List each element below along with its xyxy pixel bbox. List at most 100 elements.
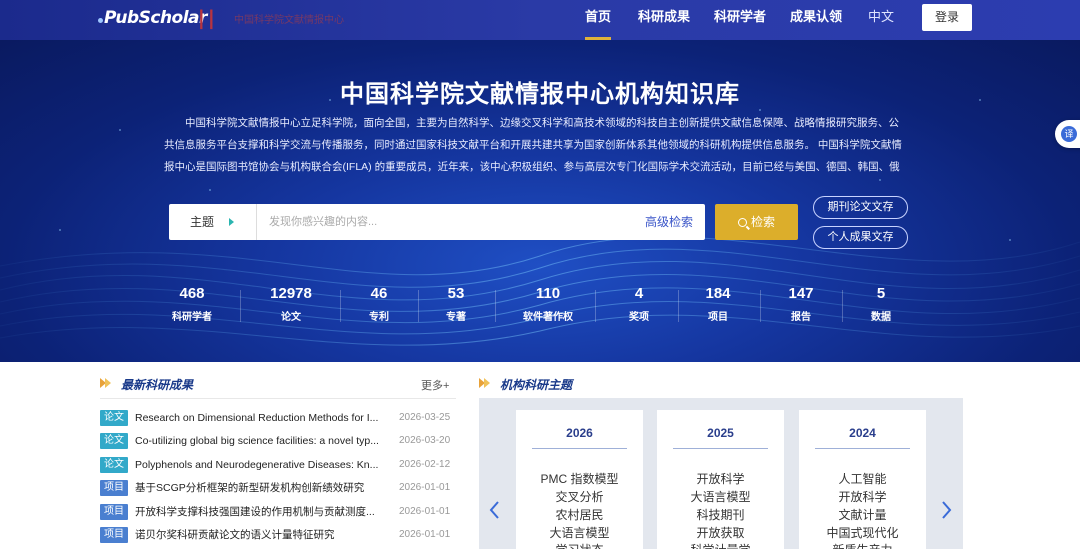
list-item[interactable]: 项目 开放科学支撑科技强国建设的作用机制与贡献测度... 2026-01-01 — [100, 503, 456, 521]
journal-archive-button[interactable]: 期刊论文文存 — [813, 196, 908, 219]
stat-label: 论文 — [281, 312, 301, 323]
search-type-label: 主题 — [190, 215, 215, 229]
item-date: 2026-03-20 — [399, 435, 451, 446]
search-icon — [737, 218, 747, 227]
item-title[interactable]: 开放科学支撑科技强国建设的作用机制与贡献测度... — [135, 503, 380, 521]
topic-keyword[interactable]: 学习状态 — [516, 541, 643, 549]
nav-scholars[interactable]: 科研学者 — [714, 0, 766, 40]
card-year: 2025 — [707, 426, 734, 440]
stat-value: 110 — [535, 285, 561, 302]
stat-divider — [595, 290, 596, 322]
stat-patents[interactable]: 46 专利 — [340, 285, 418, 323]
stat-papers[interactable]: 12978 论文 — [252, 285, 330, 323]
language-switch[interactable]: 中文 — [868, 0, 894, 40]
stat-label: 科研学者 — [172, 312, 212, 323]
stat-label: 奖项 — [629, 312, 649, 323]
nav-claim[interactable]: 成果认领 — [790, 0, 842, 40]
topic-card-2026[interactable]: 2026 PMC 指数模型 交叉分析 农村居民 大语言模型 学习状态 — [516, 410, 643, 549]
stat-value: 184 — [705, 285, 731, 302]
type-tag: 论文 — [100, 457, 128, 473]
nav-home[interactable]: 首页 — [585, 0, 612, 40]
list-item[interactable]: 论文 Research on Dimensional Reduction Met… — [100, 409, 456, 427]
stat-reports[interactable]: 147 报告 — [762, 285, 840, 323]
stat-awards[interactable]: 4 奖项 — [600, 285, 678, 323]
stat-label: 数据 — [871, 312, 891, 323]
item-date: 2026-02-12 — [399, 459, 451, 470]
topic-keyword[interactable]: 开放科学 — [799, 488, 926, 505]
org-name: 中国科学院文献情报中心 — [234, 15, 344, 26]
page-title: 中国科学院文献情报中心机构知识库 — [340, 81, 740, 108]
personal-archive-button[interactable]: 个人成果文存 — [813, 226, 908, 249]
type-tag: 项目 — [100, 527, 128, 543]
stat-label: 软件著作权 — [523, 312, 573, 323]
logo-text: PubScholar — [104, 8, 207, 28]
item-title[interactable]: Co-utilizing global big science faciliti… — [135, 432, 380, 450]
item-date: 2026-03-25 — [399, 412, 451, 423]
list-item[interactable]: 项目 诺贝尔奖科研贡献论文的语义计量特征研究 2026-01-01 — [100, 526, 456, 544]
topic-keyword[interactable]: 开放科学 — [657, 470, 784, 487]
topic-keyword[interactable]: 农村居民 — [516, 506, 643, 523]
topic-keyword[interactable]: 科技期刊 — [657, 506, 784, 523]
carousel-next-icon[interactable] — [939, 500, 953, 520]
topic-keyword[interactable]: 大语言模型 — [657, 488, 784, 505]
item-title[interactable]: 基于SCGP分析框架的新型研发机构创新绩效研究 — [135, 479, 380, 497]
search-box: 主题 高级检索 — [169, 204, 705, 240]
stat-projects[interactable]: 184 项目 — [679, 285, 757, 323]
research-topics-heading: 机构科研主题 — [500, 378, 573, 392]
topics-carousel: 2026 PMC 指数模型 交叉分析 农村居民 大语言模型 学习状态 2025 … — [479, 398, 963, 549]
item-date: 2026-01-01 — [399, 506, 451, 517]
stat-value: 468 — [179, 285, 205, 302]
stat-scholars[interactable]: 468 科研学者 — [153, 285, 231, 323]
card-divider — [532, 448, 627, 449]
nav-research-results[interactable]: 科研成果 — [638, 0, 690, 40]
section-divider — [100, 398, 456, 399]
topic-card-2024[interactable]: 2024 人工智能 开放科学 文献计量 中国式现代化 新质生产力 — [799, 410, 926, 549]
stat-value: 53 — [447, 285, 465, 302]
topic-keyword[interactable]: 人工智能 — [799, 470, 926, 487]
item-title[interactable]: 诺贝尔奖科研贡献论文的语义计量特征研究 — [135, 526, 380, 544]
topic-keyword[interactable]: 开放获取 — [657, 524, 784, 541]
stat-label: 报告 — [791, 312, 811, 323]
card-year: 2026 — [566, 426, 593, 440]
stat-label: 项目 — [708, 312, 728, 323]
stat-monographs[interactable]: 53 专著 — [417, 285, 495, 323]
advanced-search-link[interactable]: 高级检索 — [645, 204, 693, 240]
stat-datasets[interactable]: 5 数据 — [842, 285, 920, 323]
topic-keyword[interactable]: 大语言模型 — [516, 524, 643, 541]
search-type-dropdown[interactable]: 主题 — [169, 204, 257, 240]
search-input[interactable] — [269, 204, 629, 240]
topic-keyword[interactable]: PMC 指数模型 — [516, 470, 643, 487]
topic-keyword[interactable]: 中国式现代化 — [799, 524, 926, 541]
item-date: 2026-01-01 — [399, 482, 451, 493]
topic-keyword[interactable]: 交叉分析 — [516, 488, 643, 505]
institution-description: 中国科学院文献情报中心立足科学院，面向全国，主要为自然科学、边缘交叉科学和高技术… — [164, 117, 902, 173]
card-divider — [673, 448, 768, 449]
topic-keyword[interactable]: 科学计量学 — [657, 541, 784, 549]
card-year: 2024 — [849, 426, 876, 440]
hero-banner: 中国科学院文献情报中心机构知识库 中国科学院文献情报中心立足科学院，面向全国，主… — [0, 40, 1080, 362]
list-item[interactable]: 论文 Co-utilizing global big science facil… — [100, 432, 456, 450]
stat-software[interactable]: 110 软件著作权 — [509, 285, 587, 323]
section-arrow-icon — [100, 378, 111, 388]
topic-card-2025[interactable]: 2025 开放科学 大语言模型 科技期刊 开放获取 科学计量学 — [657, 410, 784, 549]
translate-float-button[interactable]: 译 — [1055, 120, 1080, 148]
item-date: 2026-01-01 — [399, 529, 451, 540]
item-title[interactable]: Polyphenols and Neurodegenerative Diseas… — [135, 456, 380, 474]
more-link[interactable]: 更多+ — [421, 377, 449, 393]
login-button[interactable]: 登录 — [922, 4, 972, 31]
stats-bar: 468 科研学者 12978 论文 46 专利 53 专著 110 软件著作权 4 奖项 1… — [150, 285, 930, 335]
stat-divider — [760, 290, 761, 322]
list-item[interactable]: 项目 基于SCGP分析框架的新型研发机构创新绩效研究 2026-01-01 — [100, 479, 456, 497]
section-arrow-icon — [479, 378, 490, 388]
carousel-prev-icon[interactable] — [488, 500, 502, 520]
item-title[interactable]: Research on Dimensional Reduction Method… — [135, 409, 380, 427]
stat-value: 147 — [788, 285, 814, 302]
search-button[interactable]: 检索 — [715, 204, 798, 240]
latest-results-heading: 最新科研成果 — [121, 378, 194, 392]
list-item[interactable]: 论文 Polyphenols and Neurodegenerative Dis… — [100, 456, 456, 474]
type-tag: 项目 — [100, 480, 128, 496]
topic-keyword[interactable]: 新质生产力 — [799, 541, 926, 549]
stat-value: 46 — [370, 285, 388, 302]
pubscholar-logo[interactable]: PubScholar — [98, 8, 207, 28]
topic-keyword[interactable]: 文献计量 — [799, 506, 926, 523]
